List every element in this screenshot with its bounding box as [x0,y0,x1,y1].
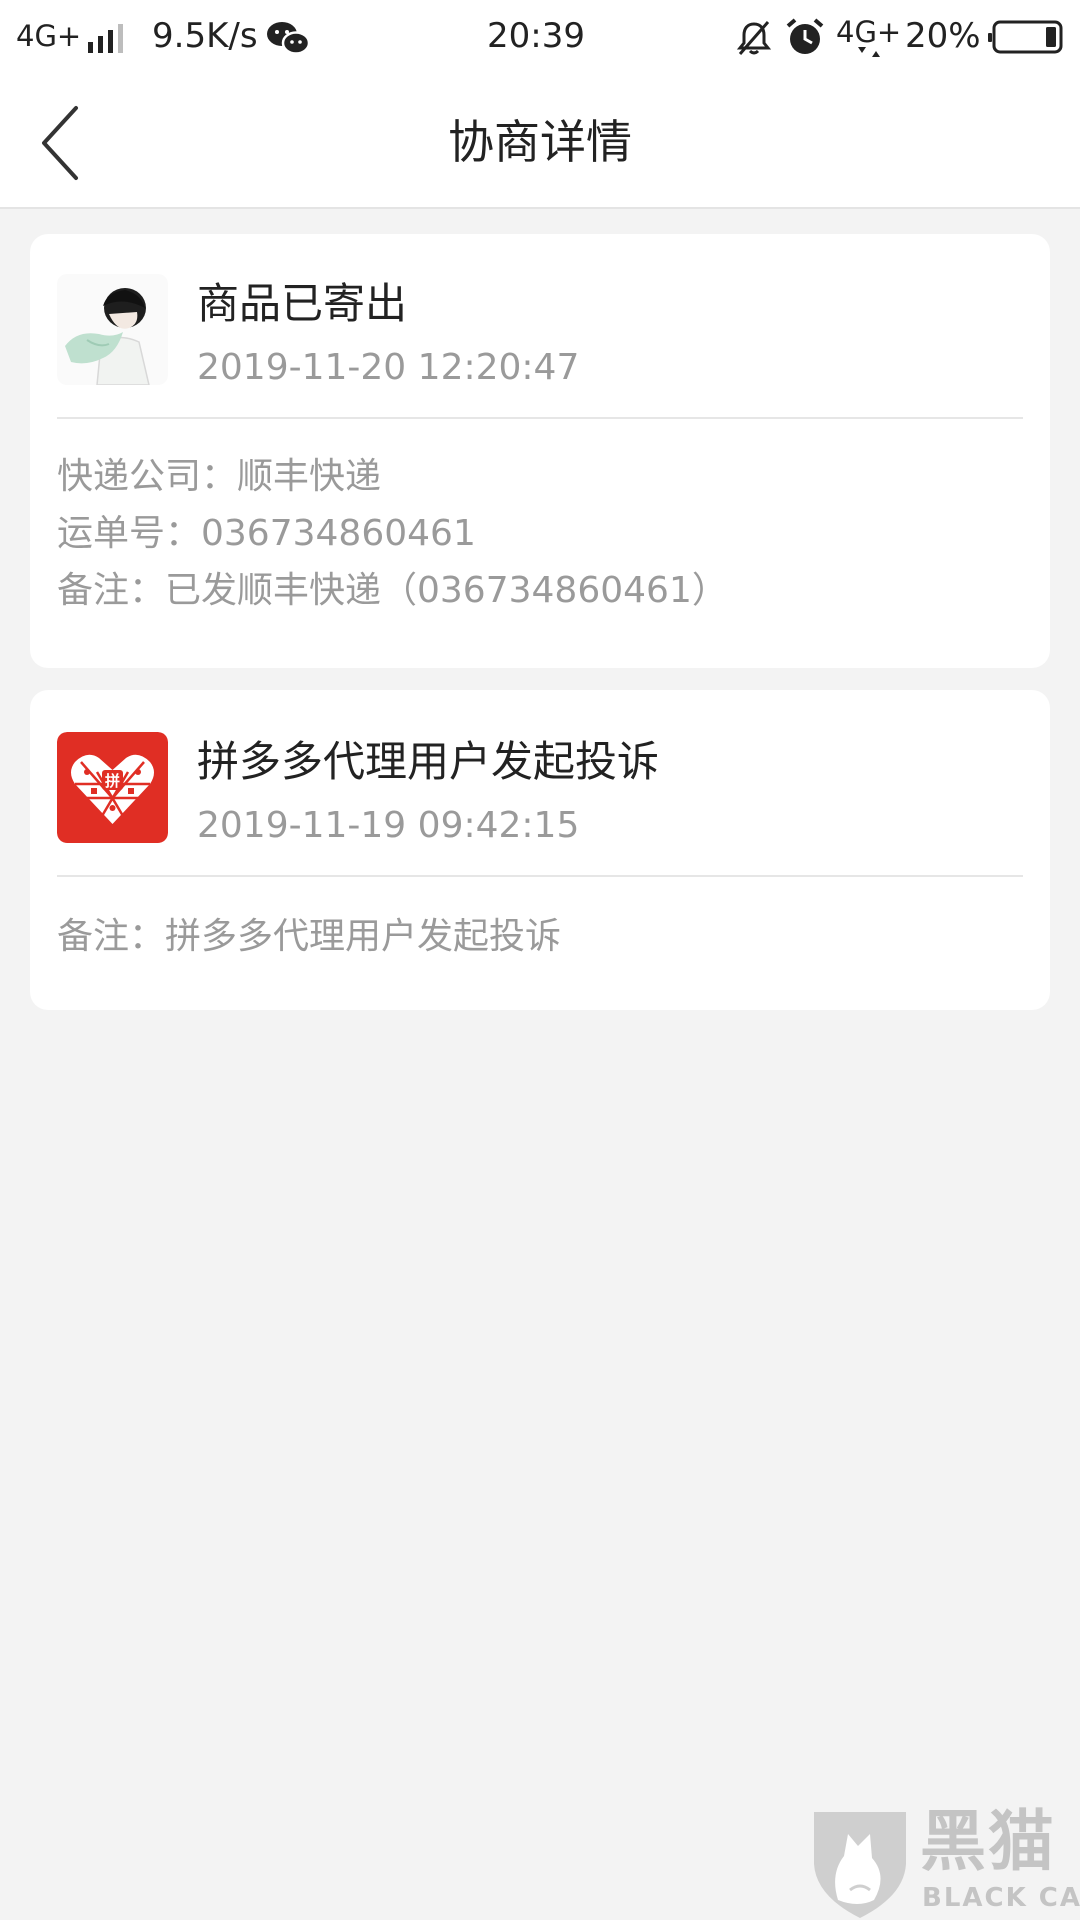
watermark-title: 黑猫 [920,1803,1056,1880]
user-avatar-illustration [57,274,168,385]
card-divider [57,875,1023,877]
record-remark: 备注：拼多多代理用户发起投诉 [57,916,562,957]
record-title: 商品已寄出 [197,279,408,328]
logo-character: 拼 [105,772,120,790]
network-type-left: 4G+ [16,19,82,53]
battery-icon [988,20,1063,54]
alarm-icon [786,18,824,54]
record-timestamp: 2019-11-19 09:42:15 [197,805,580,846]
navigation-bar: 协商详情 [0,76,1080,209]
network-speed: 9.5K/s [152,16,258,56]
battery-percent: 20% [905,16,981,56]
page-title: 协商详情 [448,115,632,169]
record-timestamp: 2019-11-20 12:20:47 [197,347,580,388]
watermark-subtitle: BLACK CAT [922,1883,1080,1913]
record-card: 拼 拼多多代理用户发起投诉 2019-11-19 09:42:15 备注：拼多多… [30,690,1050,1010]
record-remark: 备注：已发顺丰快递（036734860461） [57,570,728,611]
courier-company: 快递公司：顺丰快递 [57,456,382,497]
mute-bell-icon [736,21,772,55]
card-divider [57,417,1023,419]
pinduoduo-logo: 拼 [57,732,168,843]
record-title: 拼多多代理用户发起投诉 [197,737,660,786]
user-avatar [57,274,168,385]
black-cat-watermark: 黑猫 BLACK CAT [808,1800,1080,1920]
record-card: 商品已寄出 2019-11-20 12:20:47 快递公司：顺丰快递 运单号：… [30,234,1050,668]
wechat-icon [267,22,310,55]
status-bar: 4G+ 9.5K/s 20:39 4G+ 20% [0,0,1080,76]
signal-bars-icon [88,24,123,53]
clock: 20:39 [487,16,585,56]
cat-shield-icon [814,1812,906,1918]
pinduoduo-logo-icon: 拼 [57,732,168,843]
data-arrows-icon [858,47,880,57]
tracking-number: 运单号：036734860461 [57,513,476,554]
